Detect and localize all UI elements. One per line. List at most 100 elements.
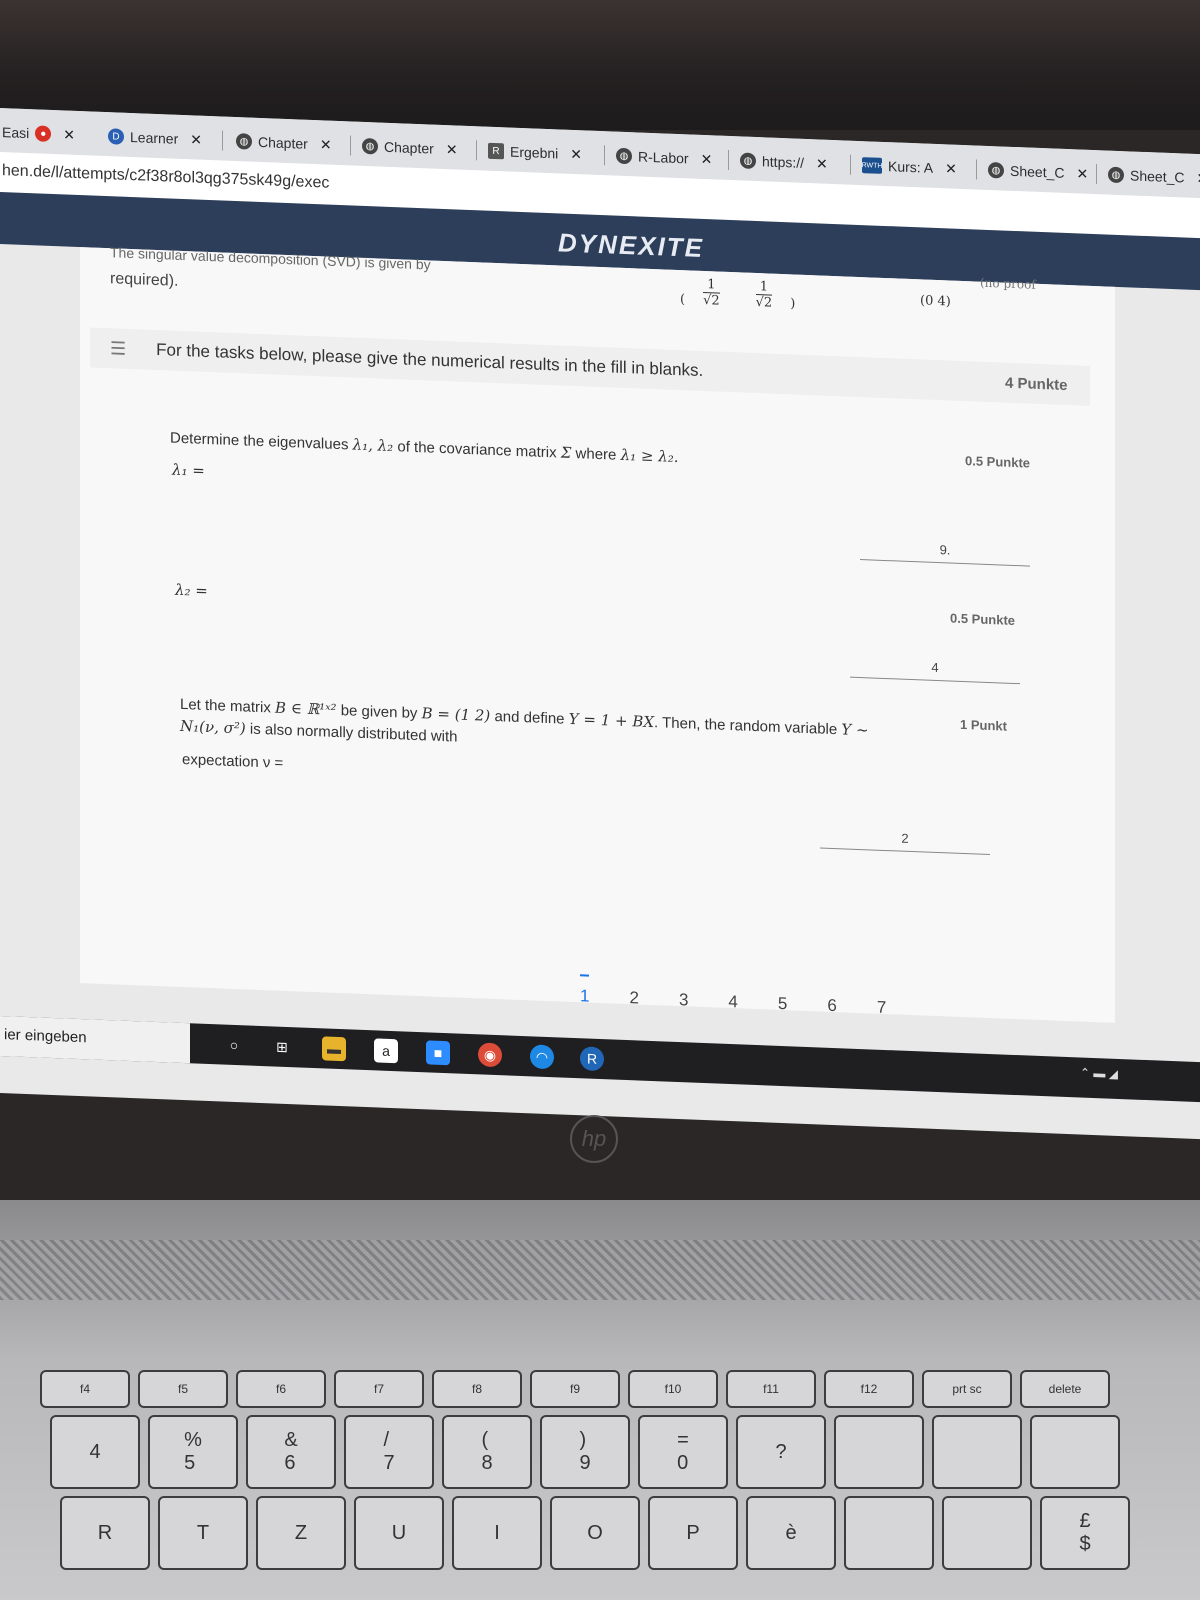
tab-separator [976, 159, 977, 180]
close-icon[interactable]: ✕ [63, 126, 75, 143]
lambda1-answer-field[interactable]: 9. [860, 539, 1030, 567]
tab-separator [350, 135, 351, 156]
globe-icon: ◍ [362, 137, 378, 155]
close-icon[interactable]: ✕ [1076, 165, 1088, 182]
tab-separator [222, 130, 223, 151]
keyboard-key: O [550, 1496, 640, 1570]
keyboard-key: f7 [334, 1370, 424, 1408]
prompt-text: of the covariance matrix [393, 438, 561, 462]
record-icon: ● [35, 125, 52, 142]
cortana-icon[interactable]: ○ [222, 1033, 246, 1058]
amazon-icon[interactable]: a [374, 1038, 398, 1064]
prompt-math: B ∈ ℝ¹ˣ² [275, 698, 337, 719]
tab-chapter-1[interactable]: ◍ Chapter ✕ [236, 127, 332, 159]
keyboard-key: prt sc [922, 1370, 1012, 1408]
d-logo-icon: D [108, 128, 124, 145]
fraction-denominator: √2 [755, 295, 773, 311]
system-tray[interactable]: ⌃ ▬ ◢ [1080, 1065, 1118, 1080]
tab-easi[interactable]: Easi ● ✕ [2, 118, 75, 149]
prompt-text: . Then, the random variable [654, 714, 842, 739]
url-text: hen.de/l/attempts/c2f38r8ol3qg375sk49g/e… [2, 162, 330, 192]
page-link-5[interactable]: 5 [778, 994, 787, 1014]
task-section-header: ☰ For the tasks below, please give the n… [90, 327, 1090, 406]
total-points: 4 Punkte [1005, 374, 1068, 395]
tab-label: Ergebni [510, 143, 559, 162]
page-link-1[interactable]: 1 [580, 974, 590, 1007]
keyboard-key [932, 1415, 1022, 1489]
points-lambda1: 0.5 Punkte [965, 453, 1031, 471]
tab-separator [850, 154, 851, 175]
tab-sheet-1[interactable]: ◍ Sheet_C ✕ [988, 156, 1088, 188]
tab-sheet-2[interactable]: ◍ Sheet_C ✕ [1108, 161, 1200, 193]
rwth-icon: RWTH [862, 157, 882, 174]
svd-matrix-sigma: (0 4) [920, 293, 951, 310]
edge-icon[interactable]: ◠ [530, 1044, 554, 1070]
globe-icon: ◍ [236, 133, 252, 150]
keyboard-key: R [60, 1496, 150, 1570]
keyboard-key: f11 [726, 1370, 816, 1408]
globe-icon: ◍ [616, 147, 632, 165]
tab-ergebni[interactable]: R Ergebni ✕ [488, 137, 582, 169]
close-icon[interactable]: ✕ [816, 155, 828, 172]
globe-icon: ◍ [740, 152, 756, 170]
close-icon[interactable]: ✕ [945, 160, 957, 177]
close-icon[interactable]: ✕ [446, 141, 458, 158]
prompt-text: and define [490, 707, 569, 728]
tab-label: Easi [2, 124, 30, 142]
close-icon[interactable]: ✕ [1196, 169, 1200, 186]
required-text: required). [110, 270, 179, 290]
prompt-math: Σ [560, 443, 572, 462]
keyboard-key: & 6 [246, 1415, 336, 1489]
expectation-label: expectation ν = [182, 750, 284, 772]
keyboard-key: f5 [138, 1370, 228, 1408]
tab-label: https:// [762, 153, 805, 171]
tab-separator [728, 149, 729, 171]
windows-taskbar: ier eingeben ○ ⊞ ▬ a ■ ◉ ◠ R ⌃ ▬ ◢ [0, 1016, 1200, 1103]
page-link-7[interactable]: 7 [877, 998, 886, 1018]
tab-https[interactable]: ◍ https:// ✕ [740, 146, 828, 177]
close-icon[interactable]: ✕ [570, 145, 582, 162]
globe-icon: ◍ [988, 161, 1004, 179]
taskbar-search-input[interactable]: ier eingeben [0, 1016, 190, 1064]
matrix-fraction: 1 √2 [703, 277, 720, 309]
globe-icon: ◍ [1108, 166, 1124, 184]
matrix-row: 0 4 [925, 293, 946, 310]
page-link-3[interactable]: 3 [679, 990, 688, 1010]
file-explorer-icon[interactable]: ▬ [322, 1036, 346, 1062]
keyboard-key: / 7 [344, 1415, 434, 1489]
instructions-text: For the tasks below, please give the num… [156, 339, 704, 381]
task1-prompt: Determine the eigenvalues λ₁, λ₂ of the … [170, 429, 679, 467]
tab-separator [1096, 164, 1097, 185]
close-icon[interactable]: ✕ [320, 136, 332, 153]
keyboard-key: f12 [824, 1370, 914, 1408]
keyboard-key [834, 1415, 924, 1489]
tab-label: Chapter [258, 133, 308, 152]
keyboard-key: ) 9 [540, 1415, 630, 1489]
points-expectation: 1 Punkt [960, 716, 1007, 734]
tab-chapter-2[interactable]: ◍ Chapter ✕ [362, 132, 458, 164]
speaker-grille [0, 1240, 1200, 1300]
close-icon[interactable]: ✕ [701, 150, 713, 167]
points-lambda2: 0.5 Punkte [950, 610, 1016, 628]
laptop-bezel [0, 0, 1200, 130]
page-link-6[interactable]: 6 [827, 996, 836, 1016]
tab-separator [476, 140, 477, 161]
keyboard-key: f9 [530, 1370, 620, 1408]
expectation-answer-field[interactable]: 2 [820, 827, 990, 856]
r-app-icon[interactable]: R [580, 1046, 604, 1072]
tab-learner[interactable]: D Learner ✕ [108, 122, 202, 154]
page-link-4[interactable]: 4 [728, 992, 737, 1012]
tab-r-labor[interactable]: ◍ R-Labor ✕ [616, 142, 712, 174]
matrix-fraction: 1 √2 [755, 279, 773, 311]
close-icon[interactable]: ✕ [190, 131, 202, 148]
chrome-icon[interactable]: ◉ [478, 1042, 502, 1068]
keyboard-key: = 0 [638, 1415, 728, 1489]
zoom-icon[interactable]: ■ [426, 1040, 450, 1066]
keyboard-key: f4 [40, 1370, 130, 1408]
page-link-2[interactable]: 2 [629, 988, 638, 1008]
task-view-icon[interactable]: ⊞ [270, 1034, 294, 1059]
lambda2-answer-field[interactable]: 4 [850, 656, 1020, 685]
no-proof-text: (no proof [980, 275, 1036, 292]
svd-matrix-v: (1 √2 1 √2) [680, 277, 796, 312]
tab-kurs[interactable]: RWTH Kurs: A ✕ [862, 151, 957, 183]
